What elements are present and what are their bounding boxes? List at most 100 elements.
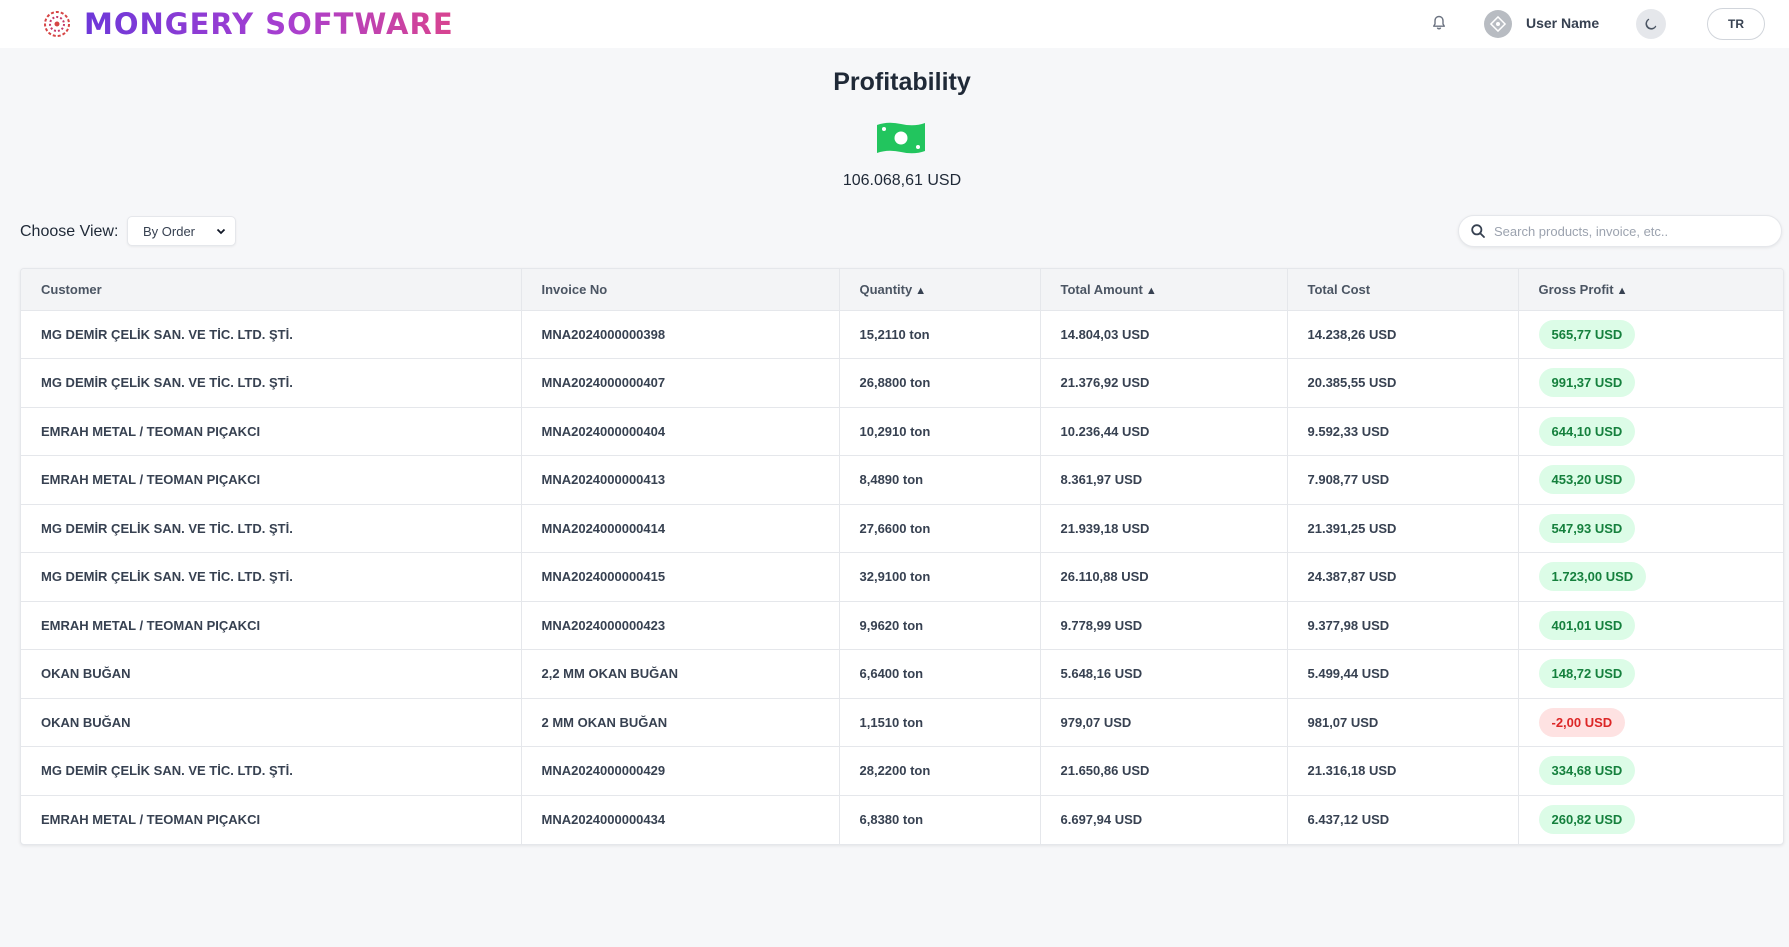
cell-quantity: 27,6600 ton (839, 504, 1041, 553)
cell-gross-profit: 565,77 USD (1518, 310, 1783, 359)
cell-gross-profit: -2,00 USD (1518, 698, 1783, 747)
cell-gross-profit: 401,01 USD (1518, 601, 1783, 650)
cell-invoice-no: MNA2024000000415 (521, 552, 840, 602)
cell-total-amount: 21.939,18 USD (1040, 504, 1288, 553)
user-name[interactable]: User Name (1526, 15, 1599, 31)
view-select[interactable]: By Order (127, 216, 236, 246)
cell-gross-profit: 1.723,00 USD (1518, 552, 1783, 602)
cell-gross-profit: 260,82 USD (1518, 795, 1783, 844)
cell-total-cost: 981,07 USD (1287, 698, 1519, 747)
table-row[interactable]: OKAN BUĞAN 2,2 MM OKAN BUĞAN 6,6400 ton 5.6… (21, 649, 1783, 699)
cell-quantity: 8,4890 ton (839, 455, 1041, 505)
gross-profit-badge: 401,01 USD (1538, 610, 1636, 640)
gross-profit-badge: 991,37 USD (1538, 368, 1636, 398)
cell-invoice-no: 2 MM OKAN BUĞAN (521, 698, 840, 747)
brand[interactable]: MONGERY SOFTWARE (40, 7, 454, 41)
cell-quantity: 26,8800 ton (839, 358, 1041, 408)
sort-asc-icon[interactable]: ▲ (1617, 285, 1628, 297)
cell-total-cost: 24.387,87 USD (1287, 552, 1519, 602)
cell-customer: MG DEMİR ÇELİK SAN. VE TİC. LTD. ŞTİ. (21, 358, 522, 408)
table-row[interactable]: EMRAH METAL / TEOMAN PIÇAKCI MNA202400000… (21, 601, 1783, 650)
brain-logo-icon (40, 7, 74, 41)
cell-total-cost: 7.908,77 USD (1287, 455, 1519, 505)
table-row[interactable]: MG DEMİR ÇELİK SAN. VE TİC. LTD. ŞTİ. MNA… (21, 552, 1783, 602)
cell-total-amount: 5.648,16 USD (1040, 649, 1288, 699)
total-profit-value: 106.068,61 USD (842, 172, 962, 189)
column-header-total-cost[interactable]: Total Cost (1287, 269, 1519, 311)
sort-asc-icon[interactable]: ▲ (915, 285, 926, 297)
cell-total-cost: 9.592,33 USD (1287, 407, 1519, 456)
cell-total-amount: 14.804,03 USD (1040, 310, 1288, 359)
choose-view-label: Choose View: (20, 223, 119, 240)
gross-profit-badge: 1.723,00 USD (1538, 562, 1647, 592)
money-bill-icon (874, 118, 928, 158)
profitability-table: Customer Invoice No Quantity ▲ Total Amou… (20, 268, 1784, 845)
cell-customer: MG DEMİR ÇELİK SAN. VE TİC. LTD. ŞTİ. (21, 746, 522, 796)
cell-quantity: 32,9100 ton (839, 552, 1041, 602)
cell-quantity: 28,2200 ton (839, 746, 1041, 796)
cell-total-cost: 9.377,98 USD (1287, 601, 1519, 650)
cell-total-amount: 9.778,99 USD (1040, 601, 1288, 650)
column-header-quantity[interactable]: Quantity ▲ (839, 269, 1041, 311)
dark-mode-toggle[interactable] (1636, 9, 1666, 39)
gross-profit-badge: 334,68 USD (1538, 756, 1636, 786)
search-box[interactable] (1458, 215, 1782, 247)
table-row[interactable]: EMRAH METAL / TEOMAN PIÇAKCI MNA202400000… (21, 407, 1783, 456)
cell-customer: MG DEMİR ÇELİK SAN. VE TİC. LTD. ŞTİ. (21, 310, 522, 359)
user-avatar-icon (1489, 15, 1507, 33)
cell-invoice-no: MNA2024000000423 (521, 601, 840, 650)
cell-gross-profit: 644,10 USD (1518, 407, 1783, 456)
cell-customer: MG DEMİR ÇELİK SAN. VE TİC. LTD. ŞTİ. (21, 504, 522, 553)
search-input[interactable] (1494, 223, 1764, 239)
column-header-gross-profit[interactable]: Gross Profit ▲ (1518, 269, 1783, 311)
table-row[interactable]: OKAN BUĞAN 2 MM OKAN BUĞAN 1,1510 ton 979,0… (21, 698, 1783, 747)
cell-customer: EMRAH METAL / TEOMAN PIÇAKCI (21, 795, 522, 844)
cell-invoice-no: MNA2024000000414 (521, 504, 840, 553)
cell-customer: EMRAH METAL / TEOMAN PIÇAKCI (21, 601, 522, 650)
table-body: MG DEMİR ÇELİK SAN. VE TİC. LTD. ŞTİ. MNA… (21, 310, 1783, 844)
table-row[interactable]: MG DEMİR ÇELİK SAN. VE TİC. LTD. ŞTİ. MNA… (21, 310, 1783, 359)
cell-total-cost: 5.499,44 USD (1287, 649, 1519, 699)
cell-invoice-no: MNA2024000000434 (521, 795, 840, 844)
cell-customer: MG DEMİR ÇELİK SAN. VE TİC. LTD. ŞTİ. (21, 552, 522, 602)
cell-quantity: 9,9620 ton (839, 601, 1041, 650)
table-header-row: Customer Invoice No Quantity ▲ Total Amou… (21, 269, 1783, 311)
cell-customer: OKAN BUĞAN (21, 649, 522, 699)
cell-customer: EMRAH METAL / TEOMAN PIÇAKCI (21, 407, 522, 456)
avatar[interactable] (1484, 10, 1512, 38)
cell-quantity: 1,1510 ton (839, 698, 1041, 747)
gross-profit-badge: 260,82 USD (1538, 805, 1636, 834)
search-icon (1471, 224, 1485, 238)
cell-invoice-no: MNA2024000000407 (521, 358, 840, 408)
cell-gross-profit: 991,37 USD (1518, 358, 1783, 408)
gross-profit-badge: 644,10 USD (1538, 416, 1636, 446)
cell-customer: EMRAH METAL / TEOMAN PIÇAKCI (21, 455, 522, 505)
moon-icon (1645, 18, 1657, 30)
cell-invoice-no: 2,2 MM OKAN BUĞAN (521, 649, 840, 699)
bell-icon[interactable] (1430, 14, 1448, 32)
gross-profit-badge: 148,72 USD (1538, 659, 1636, 689)
column-header-total-amount[interactable]: Total Amount ▲ (1040, 269, 1288, 311)
cell-total-amount: 8.361,97 USD (1040, 455, 1288, 505)
table-row[interactable]: EMRAH METAL / TEOMAN PIÇAKCI MNA202400000… (21, 795, 1783, 844)
cell-total-cost: 6.437,12 USD (1287, 795, 1519, 844)
column-header-customer[interactable]: Customer (21, 269, 522, 311)
table-row[interactable]: MG DEMİR ÇELİK SAN. VE TİC. LTD. ŞTİ. MNA… (21, 746, 1783, 796)
table-row[interactable]: EMRAH METAL / TEOMAN PIÇAKCI MNA202400000… (21, 455, 1783, 505)
table-row[interactable]: MG DEMİR ÇELİK SAN. VE TİC. LTD. ŞTİ. MNA… (21, 358, 1783, 408)
cell-invoice-no: MNA2024000000398 (521, 310, 840, 359)
language-switch-button[interactable]: TR (1707, 8, 1765, 40)
cell-gross-profit: 453,20 USD (1518, 455, 1783, 505)
cell-total-cost: 21.391,25 USD (1287, 504, 1519, 553)
cell-gross-profit: 547,93 USD (1518, 504, 1783, 553)
brand-name: MONGERY SOFTWARE (84, 7, 454, 41)
chevron-down-icon (215, 225, 227, 240)
sort-asc-icon[interactable]: ▲ (1146, 285, 1157, 297)
column-header-invoice-no[interactable]: Invoice No (521, 269, 840, 311)
cell-invoice-no: MNA2024000000429 (521, 746, 840, 796)
cell-invoice-no: MNA2024000000413 (521, 455, 840, 505)
cell-total-amount: 6.697,94 USD (1040, 795, 1288, 844)
gross-profit-badge: 565,77 USD (1538, 319, 1636, 349)
table-row[interactable]: MG DEMİR ÇELİK SAN. VE TİC. LTD. ŞTİ. MNA… (21, 504, 1783, 553)
cell-gross-profit: 334,68 USD (1518, 746, 1783, 796)
